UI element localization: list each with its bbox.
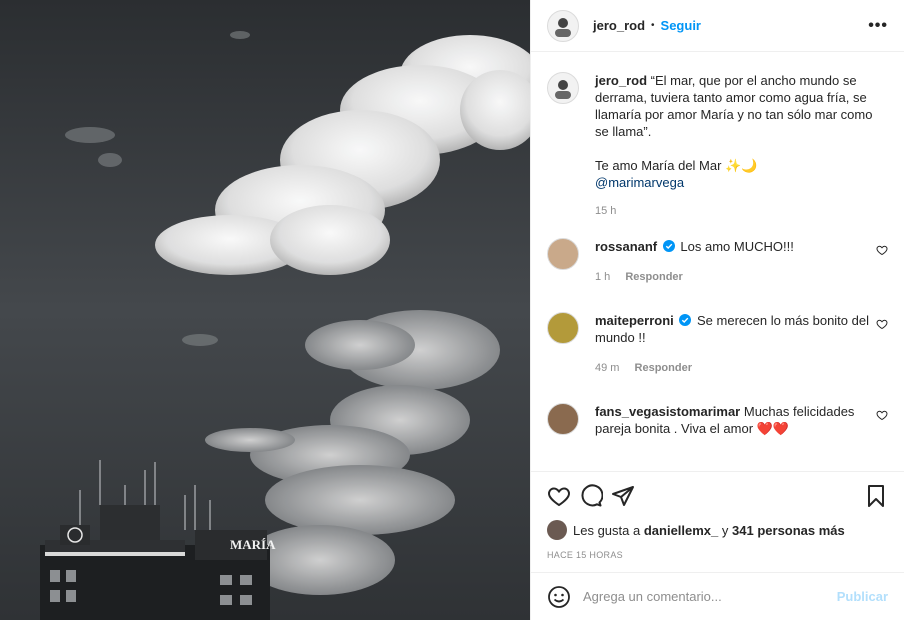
reply-button[interactable]: Responder [635, 362, 692, 374]
likes-summary: Les gusta a daniellemx_ y 341 personas m… [531, 519, 904, 541]
comment-input[interactable] [583, 589, 837, 604]
like-comment-heart-icon[interactable] [876, 409, 888, 421]
avatar-icon [555, 80, 571, 99]
share-paper-plane-icon[interactable] [611, 484, 635, 508]
caption-username[interactable]: jero_rod [595, 73, 647, 88]
verified-badge-icon [679, 314, 692, 326]
emoji-icon[interactable] [547, 585, 571, 609]
likes-prefix: Les gusta a [573, 522, 641, 538]
comment-username[interactable]: rossananf [595, 239, 657, 254]
publish-button[interactable]: Publicar [837, 589, 888, 604]
liker-username[interactable]: daniellemx_ [644, 523, 718, 538]
liker-avatar[interactable] [547, 520, 567, 540]
separator-dot: • [651, 20, 655, 31]
comment-composer: Publicar [531, 572, 904, 620]
comment-username[interactable]: maiteperroni [595, 313, 674, 328]
like-comment-heart-icon[interactable] [876, 318, 888, 330]
comment-bubble-icon[interactable] [579, 483, 603, 508]
caption-text-2: Te amo María del Mar ✨🌙 [595, 158, 758, 173]
reply-button[interactable]: Responder [625, 271, 682, 283]
post-side-panel: jero_rod • Seguir ••• jero_rod “El mar, … [530, 0, 904, 620]
post-modal: MARÍA jero_rod • Seguir ••• jero_rod “El… [0, 0, 904, 620]
comment-item: rossananf Los amo MUCHO!!! 1 h Responder [547, 238, 888, 286]
post-header: jero_rod • Seguir ••• [531, 0, 904, 52]
caption: jero_rod “El mar, que por el ancho mundo… [547, 72, 888, 220]
caption-time[interactable]: 15 h [595, 205, 616, 217]
comment-avatar[interactable] [547, 238, 579, 270]
author-avatar[interactable] [547, 9, 579, 42]
more-options-icon[interactable]: ••• [868, 17, 888, 35]
save-bookmark-icon[interactable] [864, 484, 888, 508]
comment-text: Los amo MUCHO!!! [680, 239, 794, 254]
comments-list: jero_rod “El mar, que por el ancho mundo… [531, 52, 904, 471]
avatar-icon [555, 17, 571, 37]
likes-middle: y [721, 522, 729, 538]
comment-time[interactable]: 1 h [595, 271, 610, 283]
comment-avatar[interactable] [547, 403, 579, 435]
caption-mention[interactable]: @marimarvega [595, 174, 888, 191]
likes-count[interactable]: 341 personas más [732, 523, 845, 538]
verified-badge-icon [662, 240, 675, 252]
like-heart-icon[interactable] [547, 484, 571, 508]
comment-item: maiteperroni Se merecen lo más bonito de… [547, 312, 888, 377]
post-timestamp[interactable]: HACE 15 HORAS [531, 550, 904, 572]
author-username[interactable]: jero_rod [593, 18, 645, 33]
comment-username[interactable]: fans_vegasistomarimar [595, 404, 740, 419]
follow-button[interactable]: Seguir [661, 18, 701, 33]
comment-item: fans_vegasistomarimar Muchas felicidades… [547, 403, 888, 437]
sky-clouds-image: MARÍA [0, 0, 530, 620]
comment-time[interactable]: 49 m [595, 362, 619, 374]
post-actions [531, 471, 904, 519]
caption-avatar[interactable] [547, 72, 579, 104]
post-photo[interactable]: MARÍA [0, 0, 530, 620]
building-sign: MARÍA [230, 537, 276, 552]
like-comment-heart-icon[interactable] [876, 244, 888, 256]
comment-avatar[interactable] [547, 312, 579, 344]
